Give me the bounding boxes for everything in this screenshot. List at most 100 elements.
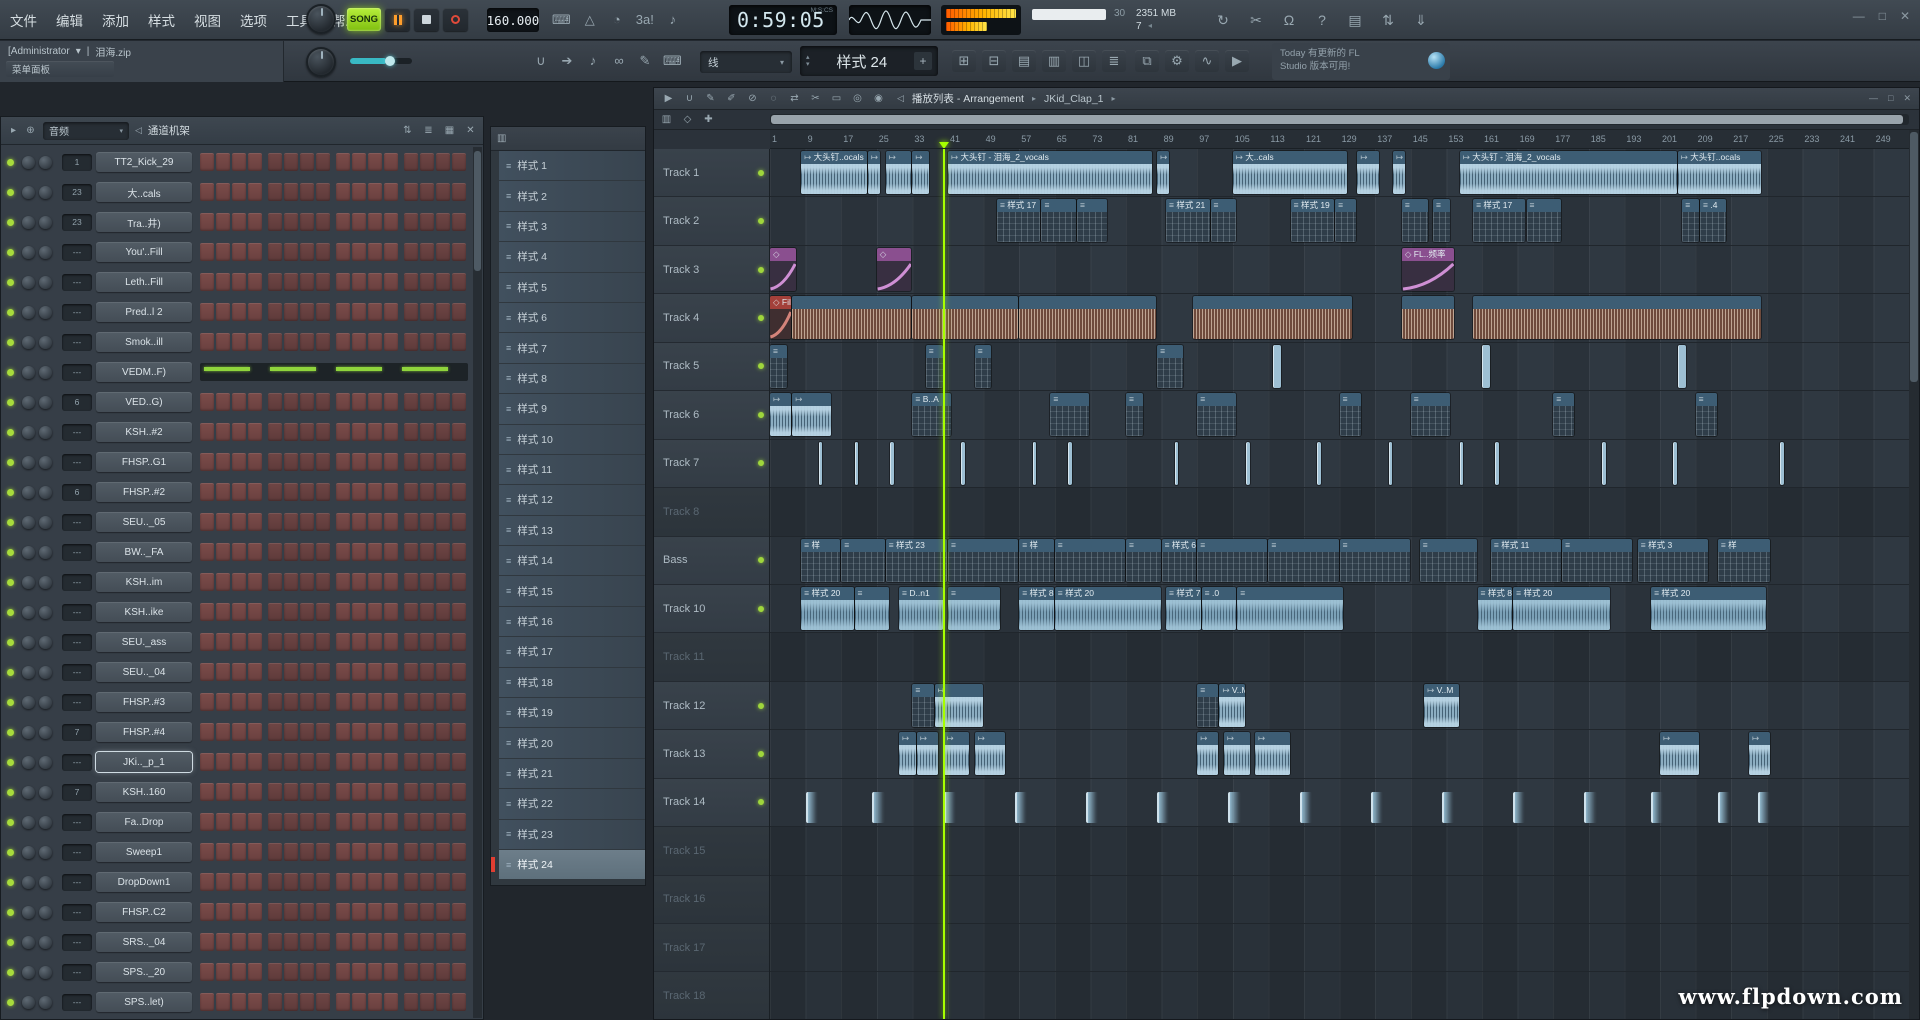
- step-cell[interactable]: [268, 393, 282, 411]
- clip[interactable]: [1682, 199, 1699, 242]
- step-cell[interactable]: [300, 393, 314, 411]
- step-cell[interactable]: [316, 483, 330, 501]
- step-cell[interactable]: [300, 813, 314, 831]
- step-cell[interactable]: [232, 663, 246, 681]
- clip[interactable]: 样式 6: [1162, 539, 1197, 582]
- clip[interactable]: [1197, 539, 1267, 582]
- track-name[interactable]: Track 11: [654, 633, 769, 681]
- target-icon[interactable]: ▶: [1225, 50, 1249, 72]
- record-button[interactable]: [443, 8, 468, 31]
- track-name[interactable]: Track 4: [654, 294, 769, 342]
- step-cell[interactable]: [232, 873, 246, 891]
- channel-button[interactable]: SPS..let): [96, 992, 192, 1012]
- track-name[interactable]: Track 12: [654, 682, 769, 730]
- mixer-track-badge[interactable]: 23: [62, 214, 92, 231]
- step-cell[interactable]: [436, 273, 450, 291]
- step-cell[interactable]: [316, 273, 330, 291]
- pattern-item[interactable]: ≡样式 23: [499, 820, 645, 849]
- clip[interactable]: [917, 732, 938, 775]
- step-cell[interactable]: [200, 183, 214, 201]
- step-cell[interactable]: [300, 153, 314, 171]
- pan-knob[interactable]: [22, 216, 35, 229]
- step-cell[interactable]: [284, 633, 298, 651]
- step-cell[interactable]: [200, 303, 214, 321]
- step-cell[interactable]: [436, 693, 450, 711]
- step-cell[interactable]: [232, 453, 246, 471]
- step-cell[interactable]: [436, 183, 450, 201]
- step-cell[interactable]: [384, 783, 398, 801]
- channel-button[interactable]: 大..cals: [96, 182, 192, 202]
- channel-button[interactable]: JKi.._p_1: [96, 752, 192, 772]
- channel-button[interactable]: SEU._ass: [96, 632, 192, 652]
- pan-knob[interactable]: [22, 786, 35, 799]
- volume-knob[interactable]: [39, 666, 52, 679]
- add-pattern-button[interactable]: +: [914, 52, 932, 70]
- step-cell[interactable]: [352, 483, 366, 501]
- step-cell[interactable]: [436, 483, 450, 501]
- step-cell[interactable]: [284, 813, 298, 831]
- step-cell[interactable]: [316, 963, 330, 981]
- mixer-view-icon[interactable]: ▥: [1042, 50, 1066, 72]
- clip[interactable]: [944, 792, 956, 823]
- step-cell[interactable]: [316, 303, 330, 321]
- clip[interactable]: [1749, 732, 1770, 775]
- step-cell[interactable]: [316, 183, 330, 201]
- step-cell[interactable]: [352, 933, 366, 951]
- step-cell[interactable]: [316, 153, 330, 171]
- clip[interactable]: V..M: [1219, 684, 1245, 727]
- step-cell[interactable]: [404, 693, 418, 711]
- pattern-item[interactable]: ≡样式 19: [499, 698, 645, 727]
- step-cell[interactable]: [352, 663, 366, 681]
- step-cell[interactable]: [300, 753, 314, 771]
- step-cell[interactable]: [352, 333, 366, 351]
- step-cell[interactable]: [248, 783, 262, 801]
- step-cell[interactable]: [268, 303, 282, 321]
- step-cell[interactable]: [452, 423, 466, 441]
- step-cell[interactable]: [404, 963, 418, 981]
- step-cell[interactable]: [352, 543, 366, 561]
- channel-enable-led[interactable]: [7, 609, 14, 616]
- step-cell[interactable]: [452, 753, 466, 771]
- step-cell[interactable]: [300, 543, 314, 561]
- channel-enable-led[interactable]: [7, 939, 14, 946]
- menu-item-文件[interactable]: 文件: [10, 10, 37, 30]
- channel-button[interactable]: Leth..Fill: [96, 272, 192, 292]
- step-cell[interactable]: [216, 873, 230, 891]
- step-cell[interactable]: [232, 993, 246, 1011]
- step-cell[interactable]: [384, 453, 398, 471]
- clip[interactable]: [975, 732, 1005, 775]
- pattern-item[interactable]: ≡样式 2: [499, 181, 645, 210]
- clip[interactable]: [770, 248, 796, 291]
- clip[interactable]: [1033, 442, 1036, 485]
- step-edit-icon[interactable]: 3a!: [636, 9, 654, 31]
- step-cell[interactable]: [200, 903, 214, 921]
- track-name[interactable]: Track 14: [654, 779, 769, 827]
- clip[interactable]: [1050, 393, 1089, 436]
- step-cell[interactable]: [352, 393, 366, 411]
- step-cell[interactable]: [216, 483, 230, 501]
- step-cell[interactable]: [420, 723, 434, 741]
- tools-icon[interactable]: ⚙: [1165, 50, 1189, 72]
- clip[interactable]: [899, 732, 916, 775]
- step-cell[interactable]: [436, 513, 450, 531]
- step-cell[interactable]: [232, 693, 246, 711]
- track-arm-led[interactable]: [758, 799, 764, 805]
- step-cell[interactable]: [352, 183, 366, 201]
- mixer-track-badge[interactable]: ---: [62, 244, 92, 261]
- step-cell[interactable]: [316, 933, 330, 951]
- channel-enable-led[interactable]: [7, 909, 14, 916]
- clip[interactable]: 样式 21: [1166, 199, 1210, 242]
- step-cell[interactable]: [200, 273, 214, 291]
- step-cell[interactable]: [200, 543, 214, 561]
- touch-icon[interactable]: ∿: [1195, 50, 1219, 72]
- track-name[interactable]: Track 15: [654, 827, 769, 875]
- volume-knob[interactable]: [39, 366, 52, 379]
- step-cell[interactable]: [200, 873, 214, 891]
- mixer-track-badge[interactable]: ---: [62, 814, 92, 831]
- clip[interactable]: [1157, 792, 1169, 823]
- arrow-tool-icon[interactable]: ➔: [559, 50, 575, 72]
- step-cell[interactable]: [316, 393, 330, 411]
- step-cell[interactable]: [420, 993, 434, 1011]
- step-cell[interactable]: [452, 153, 466, 171]
- channel-button[interactable]: TT2_Kick_29: [96, 152, 192, 172]
